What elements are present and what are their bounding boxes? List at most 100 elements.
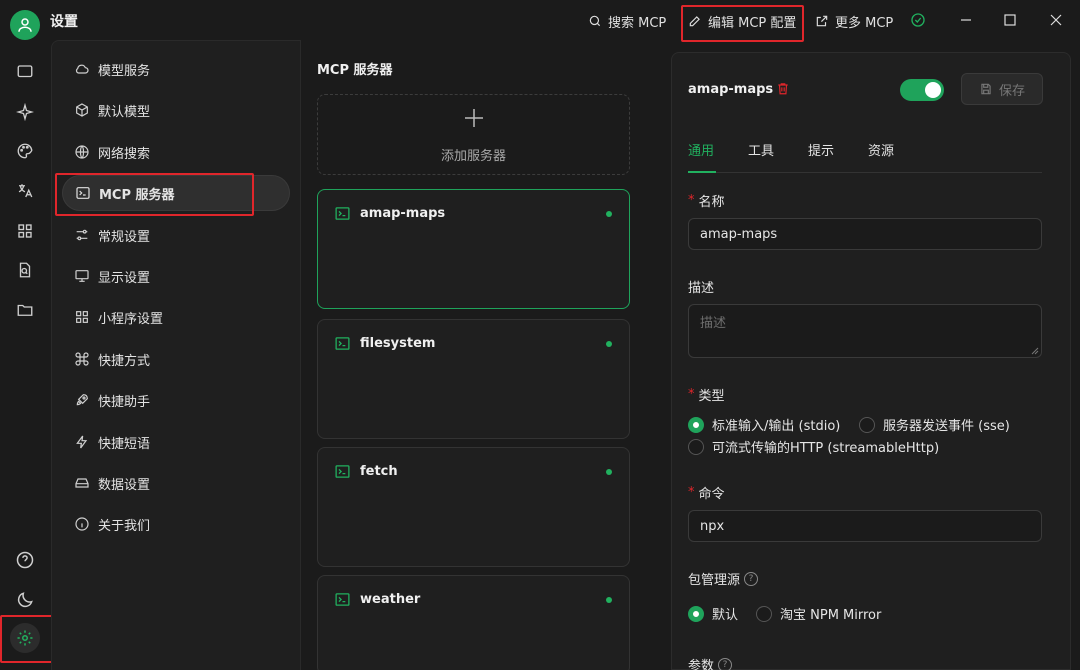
server-name: filesystem [360,336,436,351]
minimize-button[interactable] [956,10,976,30]
nav-item-mcp-servers[interactable]: MCP 服务器 [62,175,290,211]
more-mcp-button[interactable]: 更多 MCP [815,8,893,34]
gear-icon [17,630,33,646]
type-radio-sse[interactable]: 服务器发送事件 (sse) [859,415,1010,434]
tab-tools[interactable]: 工具 [748,140,774,159]
resize-handle-icon[interactable] [1031,347,1039,355]
edit-mcp-config-button[interactable]: 编辑 MCP 配置 [688,8,796,34]
more-mcp-label: 更多 MCP [835,15,894,31]
avatar[interactable] [10,10,40,40]
pkg-radio-taobao-mirror[interactable]: 淘宝 NPM Mirror [756,604,881,623]
palette-icon[interactable] [13,139,37,163]
sliders-icon [76,229,88,241]
nav-item-about[interactable]: 关于我们 [62,506,290,542]
name-label: * 名称 [688,191,725,210]
pkg-radio-default[interactable]: 默认 [688,604,738,623]
status-check-icon [908,10,928,30]
name-input-value: amap-maps [700,226,778,242]
tab-general[interactable]: 通用 [688,140,714,159]
maximize-button[interactable] [1000,10,1020,30]
nav-item-web-search[interactable]: 网络搜索 [62,134,290,170]
nav-item-data-settings[interactable]: 数据设置 [62,465,290,501]
tab-label: 工具 [748,144,775,159]
radio-label: 淘宝 NPM Mirror [780,608,882,623]
nav-item-label: 关于我们 [98,518,151,534]
moon-icon[interactable] [13,588,37,612]
save-button[interactable]: 保存 [961,73,1043,105]
status-dot [606,469,612,475]
nav-item-label: 常规设置 [98,229,151,245]
required-mark: * [688,193,695,208]
nav-item-model-service[interactable]: 模型服务 [62,51,290,87]
nav-item-label: 快捷短语 [98,436,151,452]
nav-item-quick-phrases[interactable]: 快捷短语 [62,424,290,460]
info-icon [75,517,89,531]
folder-icon[interactable] [13,298,37,322]
radio-label: 标准输入/输出 (stdio) [712,419,841,434]
nav-item-label: 数据设置 [98,477,151,493]
help-icon[interactable] [13,548,37,572]
command-input-value: npx [700,518,725,534]
nav-item-general-settings[interactable]: 常规设置 [62,217,290,253]
type-radio-stdio[interactable]: 标准输入/输出 (stdio) [688,415,840,434]
enable-toggle[interactable] [900,79,944,101]
sparkle-icon[interactable] [13,100,37,124]
chat-icon[interactable] [13,60,37,84]
help-icon[interactable]: ? [718,657,733,670]
nav-item-shortcuts[interactable]: 快捷方式 [62,341,290,377]
server-card-amap-maps[interactable]: amap-maps [317,189,630,309]
required-mark: * [688,387,695,402]
radio-unselected[interactable] [756,605,772,622]
args-label: 参数 ? [688,655,733,670]
nav-item-label: 网络搜索 [98,146,151,162]
name-label-text: 名称 [698,195,725,210]
tab-underline [688,171,716,173]
server-card-fetch[interactable]: fetch [317,447,630,567]
tab-label: 资源 [868,144,895,159]
nav-item-default-model[interactable]: 默认模型 [62,92,290,128]
server-card-filesystem[interactable]: filesystem [317,319,630,439]
server-card-weather[interactable]: weather [317,575,630,670]
trash-icon[interactable] [776,81,790,96]
close-button[interactable] [1046,10,1066,30]
globe-icon [75,145,89,159]
tab-resources[interactable]: 资源 [868,140,894,159]
description-textarea[interactable]: 描述 [688,304,1042,358]
server-list: MCP 服务器 添加服务器 amap-maps filesystem fetch… [300,40,650,670]
server-name: amap-maps [360,206,446,221]
monitor-icon [75,270,89,282]
search-mcp-button[interactable]: 搜索 MCP [588,8,666,34]
nav-item-display-settings[interactable]: 显示设置 [62,258,290,294]
nav-item-quick-assistant[interactable]: 快捷助手 [62,382,290,418]
command-input[interactable]: npx [688,510,1042,542]
radio-selected[interactable] [688,605,704,622]
settings-rail-button[interactable] [10,623,40,653]
type-label-text: 类型 [698,389,725,404]
file-search-icon[interactable] [13,258,37,282]
server-detail-title: amap-maps [688,82,774,97]
server-list-title: MCP 服务器 [317,63,393,78]
help-icon[interactable]: ? [744,571,759,586]
tab-prompts[interactable]: 提示 [808,140,834,159]
type-radio-streamable-http[interactable]: 可流式传输的HTTP (streamableHttp) [688,437,939,456]
close-icon [1050,14,1062,26]
translate-icon[interactable] [13,179,37,203]
add-server-label: 添加服务器 [440,149,506,164]
description-label: 描述 [688,277,714,296]
command-icon [75,352,89,366]
nav-item-label: 模型服务 [98,63,151,79]
nav-item-miniapp-settings[interactable]: 小程序设置 [62,299,290,335]
terminal-icon [335,593,350,606]
radio-selected[interactable] [688,416,704,433]
command-label-text: 命令 [698,487,725,502]
name-input[interactable]: amap-maps [688,218,1042,250]
apps-icon[interactable] [13,219,37,243]
add-server-button[interactable]: 添加服务器 [317,94,630,175]
status-dot [606,341,612,347]
toggle-knob [925,82,941,98]
server-name: weather [360,592,421,607]
nav-item-label: 快捷助手 [98,394,151,410]
radio-unselected[interactable] [688,438,704,455]
radio-unselected[interactable] [859,416,875,433]
save-icon [981,83,991,95]
